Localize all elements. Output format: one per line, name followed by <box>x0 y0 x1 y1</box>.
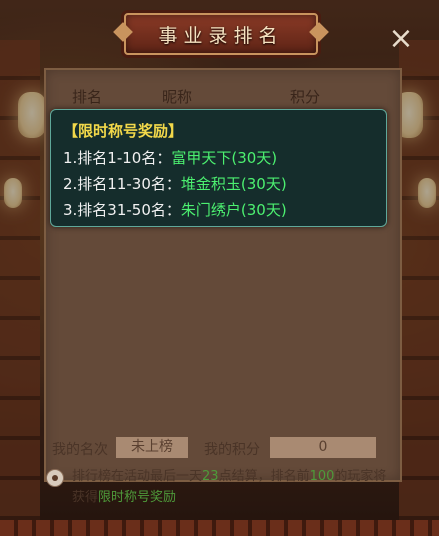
page-title: 事业录排名 <box>158 24 284 47</box>
reward-line: 1.排名1-10名：富甲天下(30天) <box>63 147 386 168</box>
settlement-note: 排行榜在活动最后一天23点结算，排名前100的玩家将获得限时称号奖励 <box>46 466 395 508</box>
tooltip-title: 【限时称号奖励】 <box>63 122 184 140</box>
reward-label: 2.排名11-30名： <box>63 175 181 193</box>
reward-title: 堆金积玉(30天) <box>180 175 287 193</box>
reward-label: 3.排名31-50名： <box>63 201 181 219</box>
note-part: 排行榜在活动最后一天 <box>72 469 203 484</box>
note-reward: 限时称号奖励 <box>98 490 177 505</box>
bottom-frame <box>0 520 439 536</box>
reward-title: 富甲天下(30天) <box>171 149 278 167</box>
note-top-count: 100 <box>309 469 335 484</box>
title-plaque: 事业录排名 <box>124 13 318 55</box>
my-rank-label: 我的名次 <box>52 442 108 458</box>
close-button[interactable]: × <box>387 24 415 54</box>
my-rank-value: 未上榜 <box>116 437 188 458</box>
reward-line: 2.排名11-30名：堆金积玉(30天) <box>63 173 386 194</box>
my-score-value: 0 <box>270 437 376 458</box>
reward-label: 1.排名1-10名： <box>63 149 172 167</box>
note-hour: 23 <box>202 469 219 484</box>
reward-line: 3.排名31-50名：朱门绣户(30天) <box>63 199 386 220</box>
my-stats-row: 我的名次 未上榜 我的积分 0 <box>52 437 392 459</box>
eye-icon[interactable] <box>46 469 64 487</box>
reward-tooltip: 【限时称号奖励】 1.排名1-10名：富甲天下(30天) 2.排名11-30名：… <box>50 109 387 227</box>
reward-title: 朱门绣户(30天) <box>180 201 287 219</box>
note-text: 排行榜在活动最后一天23点结算，排名前100的玩家将获得限时称号奖励 <box>72 466 395 508</box>
note-part: 点结算，排名前 <box>218 469 310 484</box>
my-score-label: 我的积分 <box>204 442 260 458</box>
